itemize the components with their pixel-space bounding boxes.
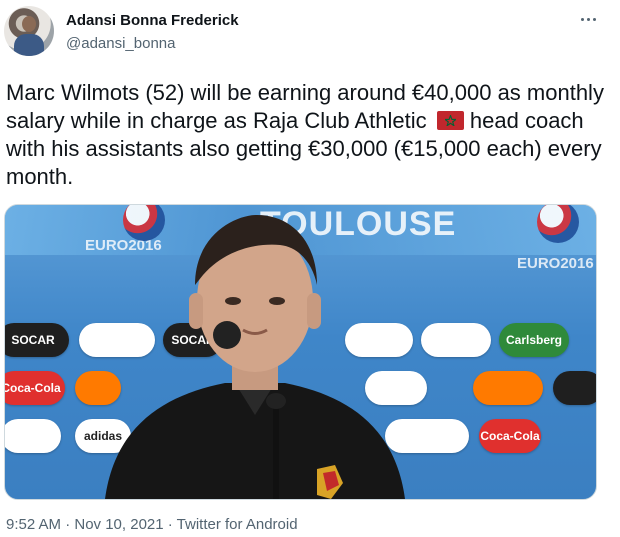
avatar-head-shape xyxy=(22,16,36,32)
avatar[interactable] xyxy=(4,6,54,56)
tweet-source[interactable]: Twitter for Android xyxy=(177,516,298,533)
author-handle[interactable]: @adansi_bonna xyxy=(66,35,175,52)
tweet-photo[interactable]: TOULOUSE EURO2016 EURO2016 SOCAR Coca-Co… xyxy=(4,204,597,500)
tweet-timestamp[interactable]: 9:52 AM · Nov 10, 2021 xyxy=(6,516,164,533)
sponsor-board: Coca-Cola xyxy=(479,419,541,453)
tweet-card: Adansi Bonna Frederick @adansi_bonna Mar… xyxy=(0,0,620,537)
sponsor-board-blank xyxy=(5,419,61,453)
meta-separator: · xyxy=(163,516,177,533)
morocco-flag-icon xyxy=(436,111,464,130)
sponsor-board: SOCAR xyxy=(5,323,69,357)
sponsor-board: Coca-Cola xyxy=(5,371,65,405)
author-name[interactable]: Adansi Bonna Frederick xyxy=(66,12,239,29)
sponsor-board-blank xyxy=(421,323,491,357)
tweet-meta: 9:52 AM · Nov 10, 2021 · Twitter for And… xyxy=(6,516,298,533)
coach-figure xyxy=(105,215,405,499)
sponsor-board: Carlsberg xyxy=(499,323,569,357)
tweet-text: Marc Wilmots (52) will be earning around… xyxy=(6,79,606,191)
avatar-body-shape xyxy=(14,34,44,56)
more-dots-icon[interactable] xyxy=(578,12,598,26)
photo-euro-label-right: EURO2016 xyxy=(517,255,594,272)
sponsor-board-blank xyxy=(473,371,543,405)
sponsor-board-blank xyxy=(553,371,596,405)
